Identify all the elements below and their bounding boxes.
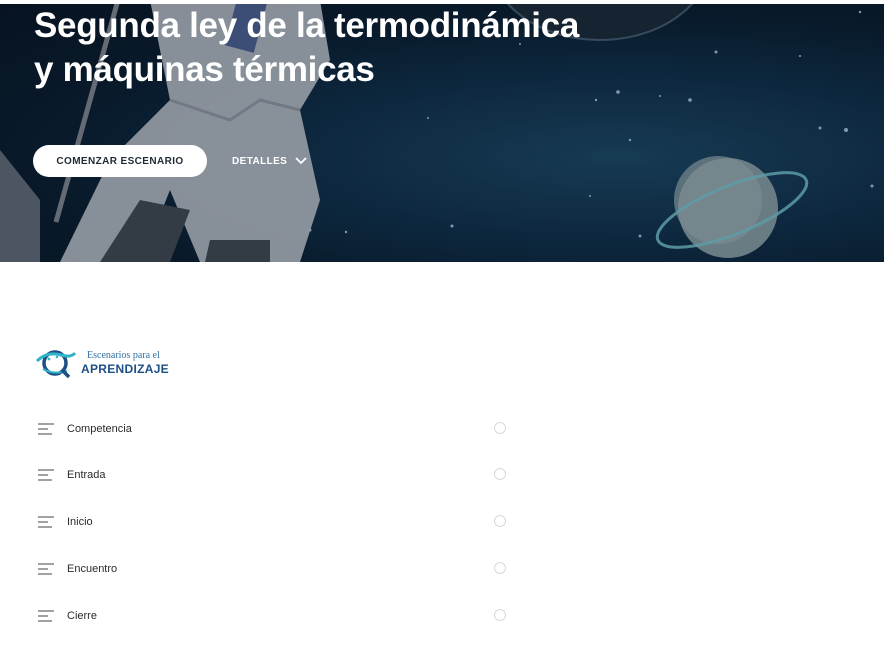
menu-item-label: Entrada (67, 469, 106, 481)
text-lines-icon (38, 423, 54, 435)
menu-item-label: Competencia (67, 423, 132, 435)
logo-mark-icon (35, 350, 77, 379)
status-circle-icon (494, 515, 506, 527)
details-toggle[interactable]: DETALLES (232, 152, 307, 170)
menu-item-encuentro[interactable]: Encuentro (36, 557, 516, 581)
hero-banner: Segunda ley de la termodinámica y máquin… (0, 0, 884, 262)
menu-item-label: Cierre (67, 610, 97, 622)
status-circle-icon (494, 562, 506, 574)
title-line-1: Segunda ley de la termodinámica (34, 6, 580, 45)
menu-item-entrada[interactable]: Entrada (36, 463, 516, 487)
menu-item-inicio[interactable]: Inicio (36, 510, 516, 534)
text-lines-icon (38, 610, 54, 622)
logo-line-1: Escenarios para el (87, 350, 160, 361)
menu-item-cierre[interactable]: Cierre (36, 604, 516, 628)
menu-item-competencia[interactable]: Competencia (36, 417, 516, 441)
logo-line-2: APRENDIZAJE (81, 362, 169, 376)
chevron-down-icon (295, 157, 307, 165)
details-label: DETALLES (232, 155, 288, 167)
status-circle-icon (494, 422, 506, 434)
status-circle-icon (494, 468, 506, 480)
text-lines-icon (38, 563, 54, 575)
start-scenario-button[interactable]: COMENZAR ESCENARIO (33, 145, 207, 177)
top-bar (0, 0, 884, 4)
status-circle-icon (494, 609, 506, 621)
text-lines-icon (38, 469, 54, 481)
text-lines-icon (38, 516, 54, 528)
menu-item-label: Encuentro (67, 563, 118, 575)
brand-logo: Escenarios para el APRENDIZAJE (35, 346, 175, 380)
page-title: Segunda ley de la termodinámica y máquin… (34, 4, 580, 92)
menu-item-label: Inicio (67, 516, 93, 528)
title-line-2: y máquinas térmicas (34, 50, 375, 89)
